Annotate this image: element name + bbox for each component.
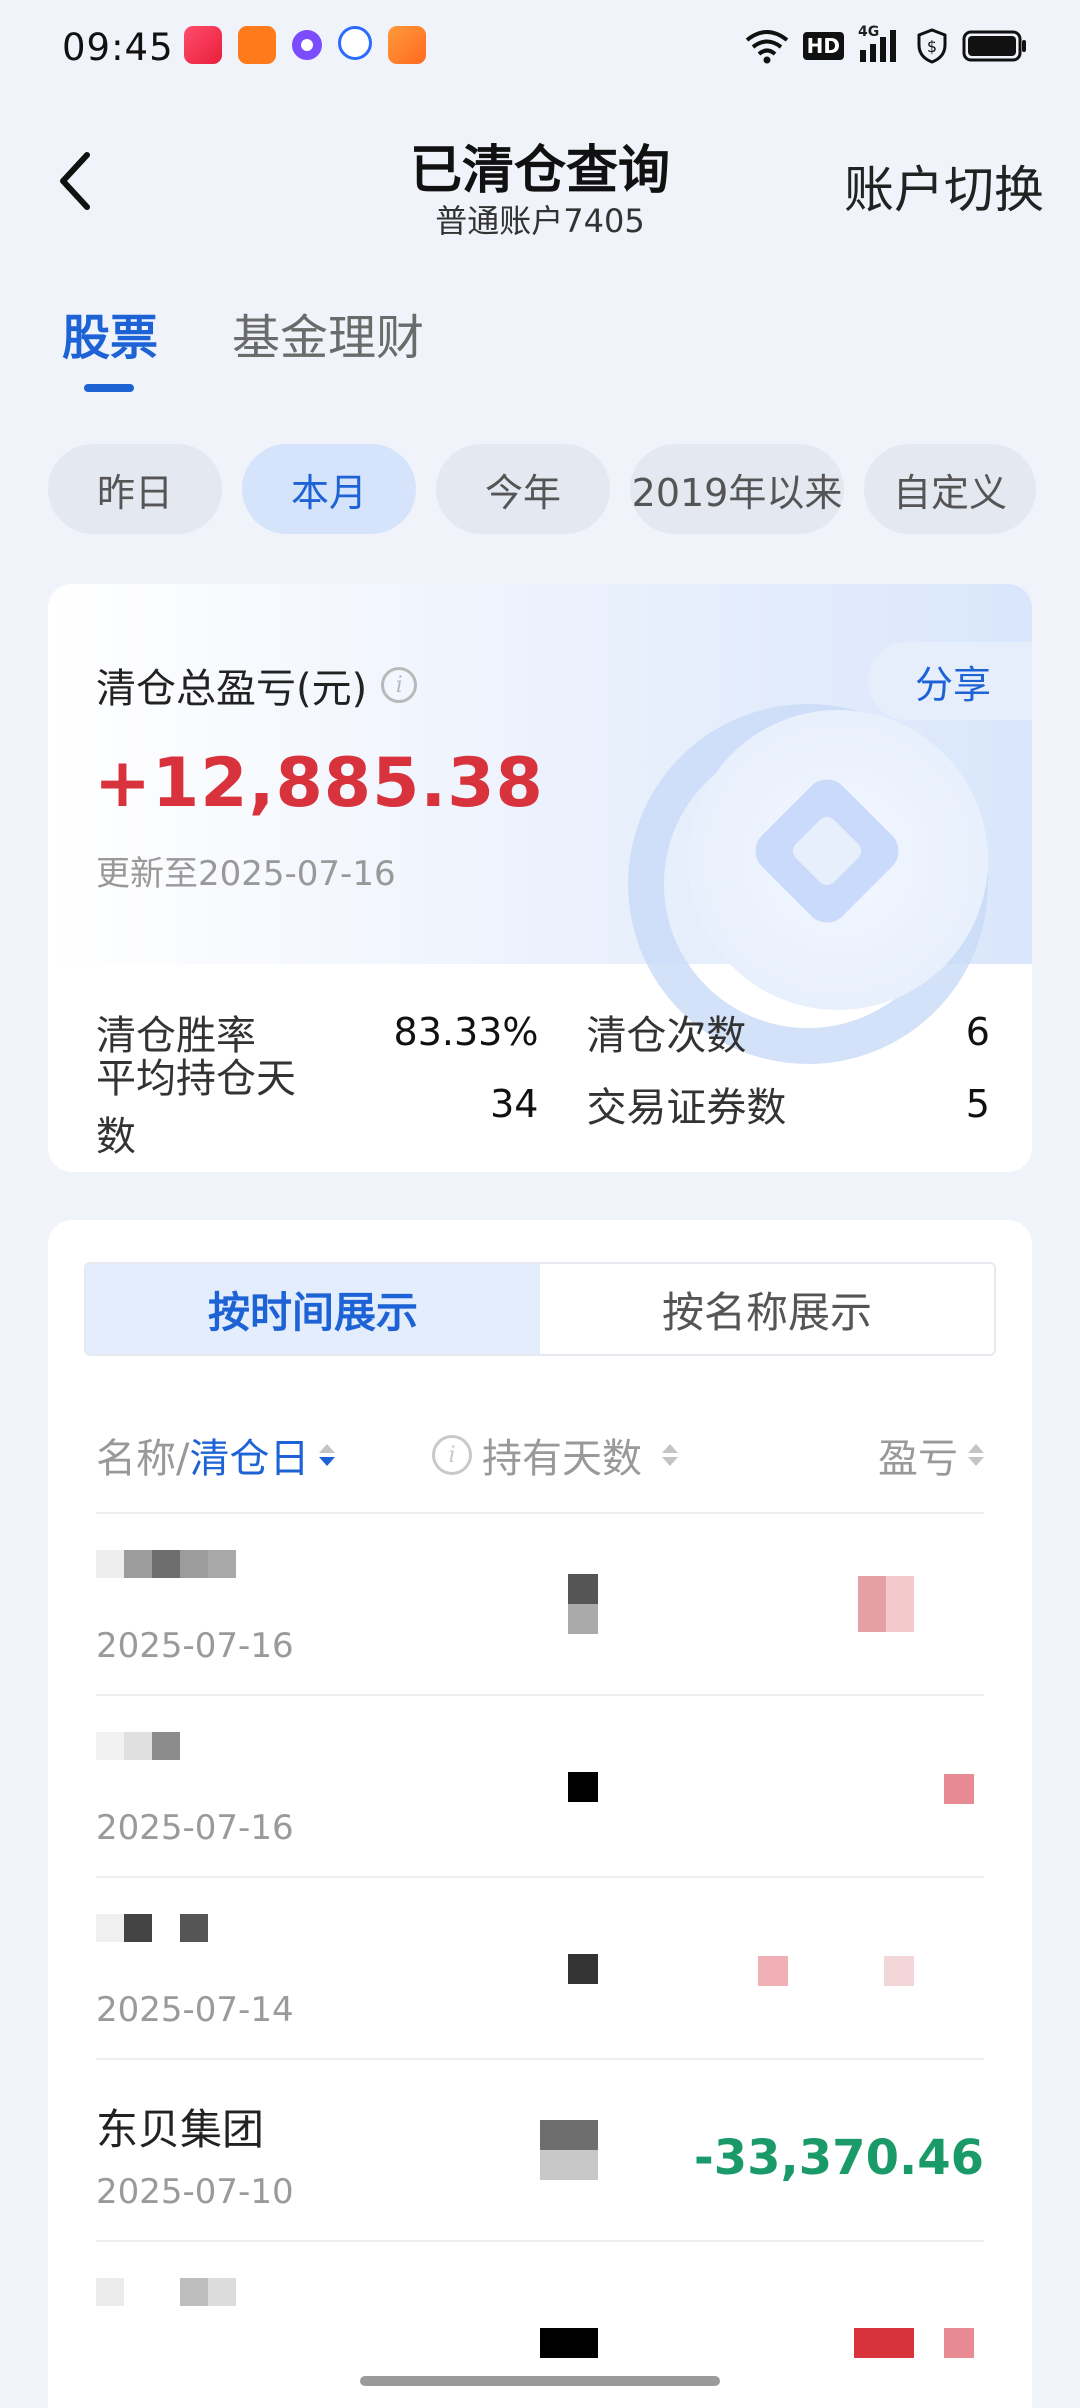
pl-obscured [944,2328,974,2358]
chip-this-year[interactable]: 今年 [436,444,610,534]
battery-icon [962,28,1028,64]
chip-custom[interactable]: 自定义 [864,444,1036,534]
wifi-icon [745,28,789,64]
period-filter: 昨日 本月 今年 2019年以来 自定义 [48,444,1036,534]
close-date-header-label: 清仓日 [189,1436,310,1482]
hold-days-obscured [568,1954,598,1984]
stock-name-obscured [96,1550,236,1600]
browser-app-icon [388,26,426,64]
avg-days-value: 34 [490,1082,539,1126]
close-date: 2025-07-16 [96,1808,294,1848]
sort-icon [319,1444,336,1466]
positions-list: 2025-07-16 2025-07-16 2025-07-14 东贝集团 20… [96,1512,984,2408]
stock-name: 东贝集团 [96,2105,265,2154]
network-label: 4G [858,24,880,40]
securities-count-value: 5 [965,1082,990,1126]
pl-header-label: 盈亏 [878,1436,958,1482]
close-count-value: 6 [965,1010,990,1054]
close-date: 2025-07-16 [96,1626,294,1666]
summary-card: 分享 清仓总盈亏(元) i +12,885.38 更新至2025-07-16 清… [48,584,1032,1172]
hold-days-obscured [540,2120,598,2180]
info-icon[interactable]: i [432,1435,472,1475]
shield-icon: $ [916,28,948,64]
list-item[interactable]: 2025-07-14 [96,1876,984,2058]
status-bar: 09:45 HD 4G $ [0,0,1080,96]
win-rate-value: 83.33% [393,1010,539,1054]
tab-funds[interactable]: 基金理财 [232,298,424,368]
pl-obscured [858,1576,914,1632]
display-mode-toggle: 按时间展示 按名称展示 [84,1262,996,1356]
chip-this-month[interactable]: 本月 [242,444,416,534]
segment-by-name[interactable]: 按名称展示 [540,1264,994,1354]
switch-account-button[interactable]: 账户切换 [844,150,1044,222]
hd-label: HD [802,32,844,60]
name-header-label: 名称/ [96,1436,190,1482]
stock-name-obscured [96,1914,208,1964]
list-header: 名称/ 清仓日 i 持有天数 盈亏 [96,1426,984,1486]
signal-icon: 4G [858,24,902,64]
hold-days-obscured [540,2328,598,2358]
list-item[interactable]: 2025-07-16 [96,1694,984,1876]
hold-days-obscured [568,1772,598,1802]
sort-by-days-header[interactable]: i 持有天数 [432,1426,678,1484]
pl-value: -33,370.46 [693,2130,984,2186]
close-date: 2025-07-14 [96,1990,294,2030]
pl-obscured [944,1774,974,1804]
list-item[interactable]: 东贝集团 2025-07-10 -33,370.46 [96,2058,984,2240]
system-icons: HD 4G $ [745,24,1028,64]
stats-grid: 清仓胜率 83.33% 清仓次数 6 平均持仓天数 34 交易证券数 5 [96,996,990,1160]
list-item[interactable]: 2025-07-16 [96,1512,984,1694]
chip-yesterday[interactable]: 昨日 [48,444,222,534]
pl-obscured [854,2328,914,2358]
securities-count-label: 交易证券数 [586,1085,787,1131]
sort-by-pl-header[interactable]: 盈亏 [878,1426,984,1484]
hd-icon: HD [802,28,844,64]
baidu-app-icon [338,26,372,60]
info-icon[interactable]: i [381,667,418,703]
wallet-app-icon [238,26,276,64]
hold-days-obscured [568,1574,598,1634]
status-time: 09:45 [62,26,174,69]
close-count-label: 清仓次数 [586,1013,747,1059]
asset-type-tabs: 股票 基金理财 [62,298,424,392]
positions-list-card: 按时间展示 按名称展示 名称/ 清仓日 i 持有天数 盈亏 2025-07-16 [48,1220,1032,2408]
chip-since-2019[interactable]: 2019年以来 [630,444,844,534]
tab-stocks[interactable]: 股票 [62,298,158,392]
stock-name-obscured [96,2278,236,2328]
stock-name-obscured [96,1732,180,1782]
shopping-app-icon [184,26,222,64]
sort-icon [662,1444,678,1466]
avg-days-label: 平均持仓天数 [96,1056,296,1160]
share-button[interactable]: 分享 [868,642,1032,720]
updated-date: 更新至2025-07-16 [96,854,396,894]
stat-row: 平均持仓天数 34 交易证券数 5 [96,1056,990,1160]
chat-app-icon [292,30,322,60]
total-pl-label-row: 清仓总盈亏(元) i [96,656,418,714]
total-pl-label: 清仓总盈亏(元) [96,666,368,712]
notification-icons [184,26,426,64]
sort-by-date-header[interactable]: 名称/ 清仓日 [96,1426,336,1484]
pl-obscured [758,1956,788,1986]
close-date: 2025-07-10 [96,2172,294,2212]
days-header-label: 持有天数 [482,1436,642,1482]
pl-obscured [884,1956,914,1986]
svg-text:$: $ [927,37,937,56]
total-pl-value: +12,885.38 [94,744,544,823]
segment-by-time[interactable]: 按时间展示 [86,1264,540,1354]
home-indicator[interactable] [360,2376,720,2386]
sort-icon [968,1444,984,1466]
